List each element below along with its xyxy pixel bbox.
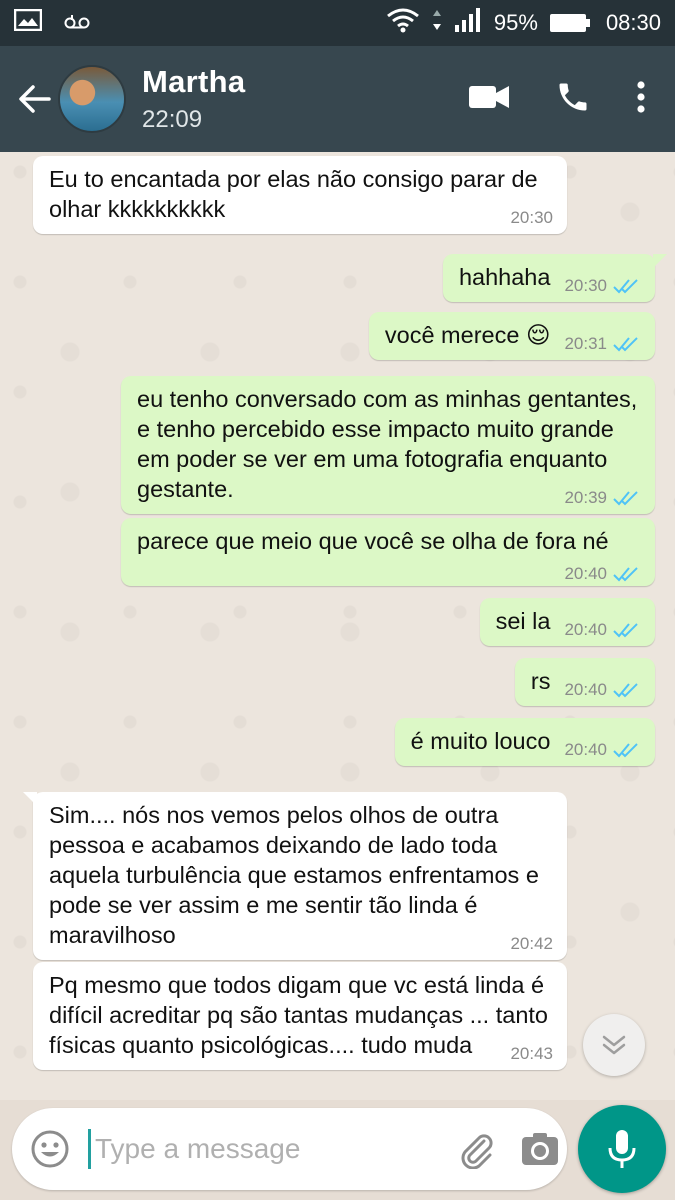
- contact-name: Martha: [142, 64, 246, 99]
- chat-header: Martha 22:09: [0, 46, 675, 152]
- back-arrow-icon[interactable]: [10, 75, 58, 123]
- chat-area[interactable]: Eu to encantada por elas não consigo par…: [0, 152, 675, 1100]
- message-outgoing[interactable]: parece que meio que você se olha de fora…: [121, 518, 655, 586]
- message-text: sei la: [495, 608, 551, 634]
- message-outgoing[interactable]: sei la 20:40: [479, 598, 655, 646]
- battery-percent: 95%: [493, 10, 538, 35]
- data-arrows-icon: [432, 9, 442, 37]
- message-composer: [12, 1108, 567, 1190]
- message-text: é muito louco: [410, 728, 551, 754]
- read-ticks-icon: [613, 623, 638, 638]
- message-incoming[interactable]: Pq mesmo que todos digam que vc está lin…: [33, 962, 567, 1070]
- phone-icon[interactable]: [555, 79, 591, 120]
- message-time: 20:39: [564, 488, 607, 507]
- more-vert-icon[interactable]: [637, 80, 645, 118]
- chevron-down-icon: [602, 1035, 626, 1055]
- read-ticks-icon: [613, 491, 638, 506]
- message-time: 20:40: [564, 564, 607, 583]
- camera-icon[interactable]: [520, 1127, 560, 1171]
- message-text: hahhaha: [458, 264, 551, 290]
- message-time: 20:40: [564, 680, 607, 699]
- message-text: Eu to encantada por elas não consigo par…: [49, 166, 545, 222]
- message-time: 20:43: [510, 1044, 553, 1063]
- message-outgoing[interactable]: é muito louco 20:40: [394, 718, 655, 766]
- message-text: Sim.... nós nos vemos pelos olhos de out…: [49, 802, 546, 948]
- read-ticks-icon: [613, 683, 638, 698]
- video-call-icon[interactable]: [469, 84, 509, 115]
- message-input[interactable]: [88, 1129, 456, 1169]
- signal-icon: [454, 7, 482, 39]
- avatar[interactable]: [58, 65, 126, 133]
- battery-icon: [549, 14, 590, 32]
- message-time: 20:40: [564, 620, 607, 639]
- message-text: rs: [530, 668, 551, 694]
- message-incoming[interactable]: Sim.... nós nos vemos pelos olhos de out…: [23, 792, 567, 960]
- image-icon: [13, 8, 43, 37]
- wifi-icon: [386, 7, 420, 39]
- message-outgoing[interactable]: rs 20:40: [514, 658, 655, 706]
- message-outgoing[interactable]: eu tenho conversado com as minhas gentan…: [121, 376, 655, 514]
- message-outgoing[interactable]: você merece 😌 20:31: [368, 312, 655, 360]
- read-ticks-icon: [613, 279, 638, 294]
- emoji-icon[interactable]: [30, 1128, 70, 1170]
- last-seen: 22:09: [142, 106, 203, 133]
- scroll-to-bottom-button[interactable]: [583, 1014, 645, 1076]
- message-time: 20:30: [564, 276, 607, 295]
- mic-icon: [608, 1130, 636, 1168]
- contact-info[interactable]: Martha 22:09: [142, 64, 245, 134]
- message-text: parece que meio que você se olha de fora…: [137, 528, 609, 554]
- message-time: 20:42: [510, 934, 553, 953]
- read-ticks-icon: [613, 743, 638, 758]
- composer-bar: [0, 1100, 675, 1200]
- message-incoming[interactable]: Eu to encantada por elas não consigo par…: [33, 156, 567, 234]
- mic-button[interactable]: [578, 1105, 666, 1193]
- status-bar: 95% 08:30: [0, 0, 675, 46]
- message-time: 20:30: [510, 208, 553, 227]
- message-text: eu tenho conversado com as minhas gentan…: [137, 386, 644, 502]
- message-time: 20:31: [564, 334, 607, 353]
- voicemail-icon: [64, 10, 90, 36]
- attach-icon[interactable]: [456, 1127, 496, 1171]
- message-time: 20:40: [564, 740, 607, 759]
- read-ticks-icon: [613, 567, 638, 582]
- clock: 08:30: [605, 10, 661, 35]
- message-outgoing[interactable]: hahhaha 20:30: [442, 254, 668, 302]
- read-ticks-icon: [613, 337, 638, 352]
- message-text: você merece 😌: [384, 322, 551, 348]
- message-text: Pq mesmo que todos digam que vc está lin…: [49, 972, 555, 1058]
